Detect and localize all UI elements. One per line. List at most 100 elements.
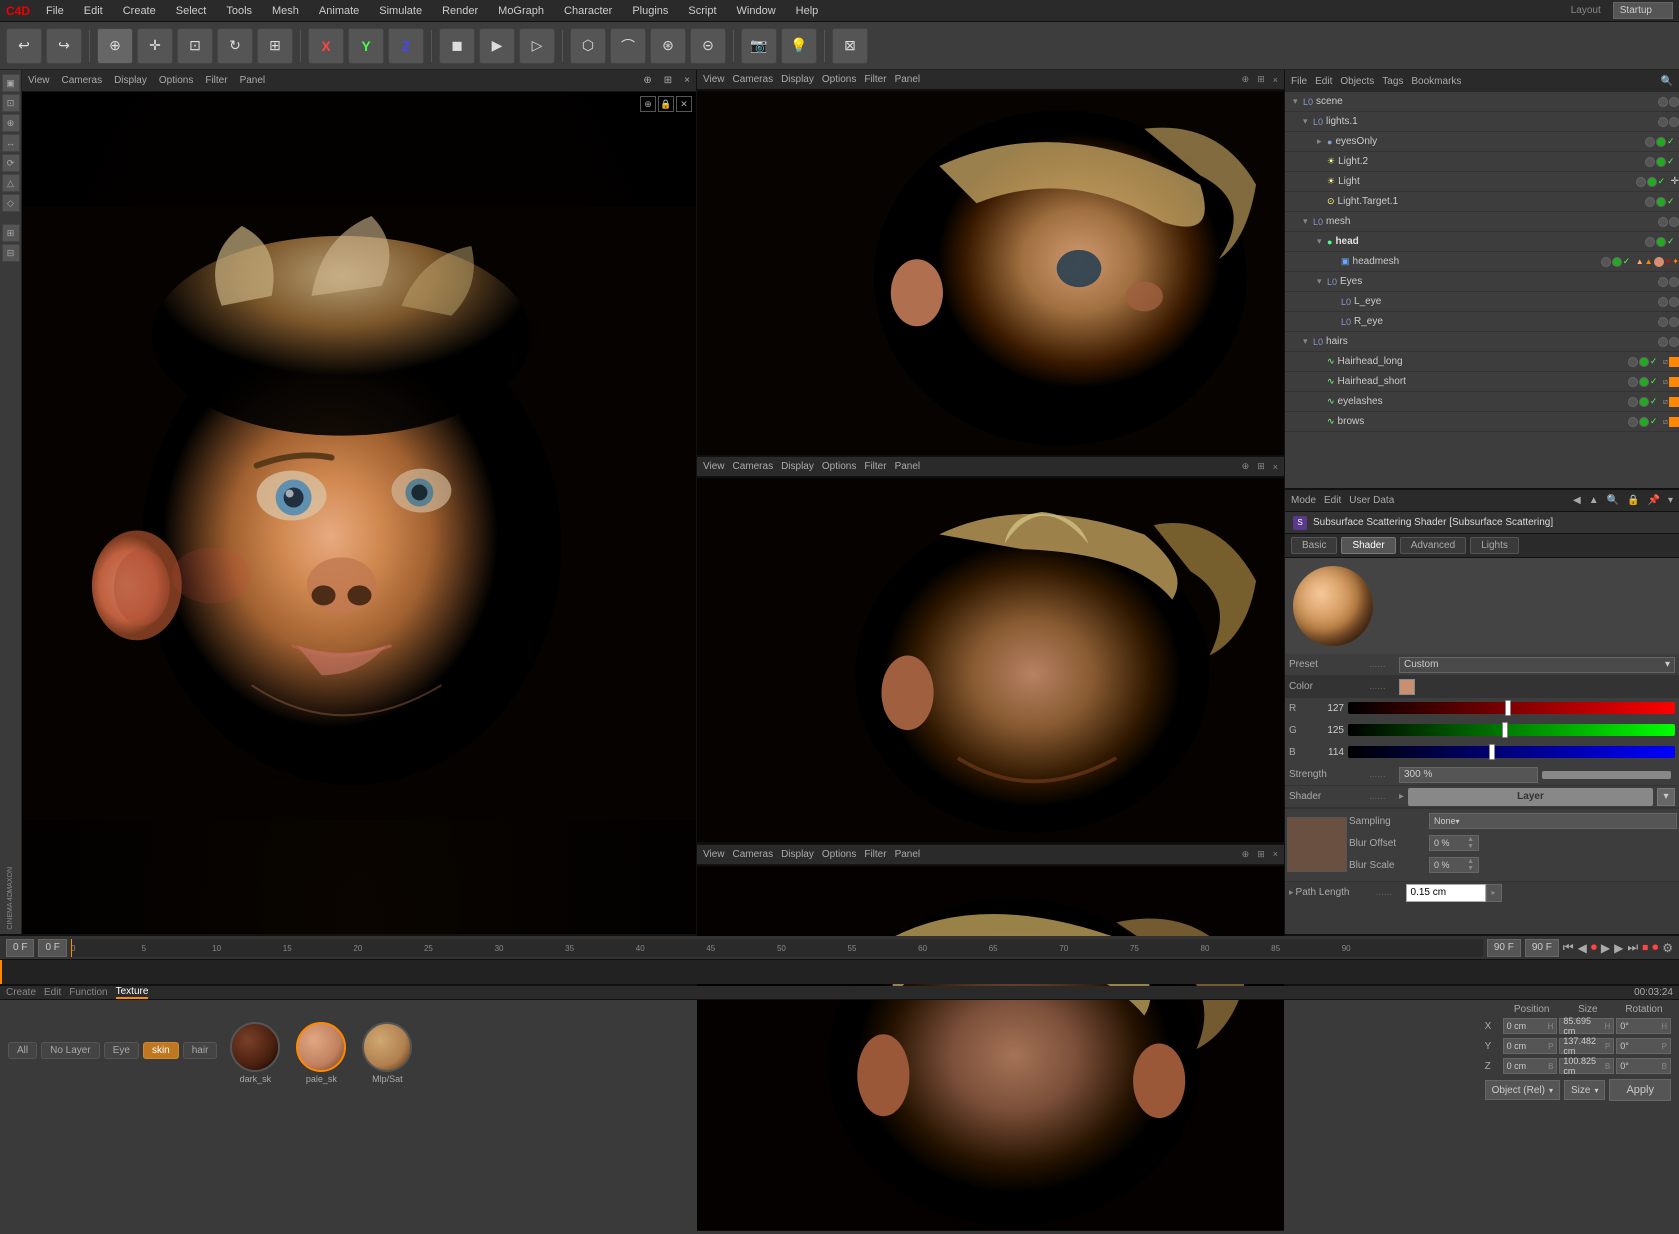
blur-scale-arrows[interactable]: ▲ ▼ bbox=[1467, 858, 1474, 872]
scene-render-dot[interactable] bbox=[1669, 97, 1679, 107]
apply-button[interactable]: Apply bbox=[1609, 1079, 1671, 1101]
left-tool-7[interactable]: ◇ bbox=[2, 194, 20, 212]
om-objects[interactable]: Objects bbox=[1340, 76, 1374, 87]
headmesh-tag-1[interactable]: ▲ bbox=[1636, 257, 1644, 266]
headmesh-tag-5[interactable]: ✦ bbox=[1672, 257, 1679, 266]
z-rotation-field[interactable]: 0° B bbox=[1616, 1058, 1671, 1074]
x-size-field[interactable]: 85.695 cm H bbox=[1559, 1018, 1614, 1034]
menu-mesh[interactable]: Mesh bbox=[268, 3, 303, 19]
filter-all[interactable]: All bbox=[8, 1042, 37, 1059]
vp-icon-1[interactable]: ⊕ bbox=[643, 75, 651, 86]
start-frame-field[interactable]: 0 F bbox=[6, 939, 34, 957]
cam-tool[interactable]: 📷 bbox=[741, 28, 777, 64]
brows-render[interactable] bbox=[1639, 417, 1649, 427]
path-length-field[interactable]: 0.15 cm bbox=[1406, 884, 1486, 902]
filter-hair[interactable]: hair bbox=[183, 1042, 218, 1059]
light-vis[interactable] bbox=[1636, 177, 1646, 187]
scene-vis-dot[interactable] bbox=[1658, 97, 1668, 107]
menu-mograph[interactable]: MoGraph bbox=[494, 3, 548, 19]
select-tool[interactable]: ⊕ bbox=[97, 28, 133, 64]
attr-up-btn[interactable]: ▲ bbox=[1589, 495, 1599, 506]
eyelashes-vis[interactable] bbox=[1628, 397, 1638, 407]
hairs-render[interactable] bbox=[1669, 337, 1679, 347]
filter-no-layer[interactable]: No Layer bbox=[41, 1042, 100, 1059]
attr-tab-basic[interactable]: Basic bbox=[1291, 537, 1337, 554]
menu-character[interactable]: Character bbox=[560, 3, 616, 19]
bottom-tab-create[interactable]: Create bbox=[6, 987, 36, 998]
sub-vp-icon-3[interactable]: × bbox=[1273, 75, 1278, 85]
scale-tool[interactable]: ⊡ bbox=[177, 28, 213, 64]
move-tool[interactable]: ✛ bbox=[137, 28, 173, 64]
left-tool-9[interactable]: ⊟ bbox=[2, 244, 20, 262]
tree-item-mesh-null[interactable]: ▾ L0 mesh bbox=[1285, 212, 1679, 232]
tree-item-light2[interactable]: ☀ Light.2 ✓ bbox=[1285, 152, 1679, 172]
y-rotation-field[interactable]: 0° P bbox=[1616, 1038, 1671, 1054]
sub-vp-view-2[interactable]: View bbox=[703, 461, 725, 472]
hairshort-vis[interactable] bbox=[1628, 377, 1638, 387]
tree-item-hairs[interactable]: ▾ L0 hairs bbox=[1285, 332, 1679, 352]
b-slider-thumb[interactable] bbox=[1489, 744, 1495, 760]
bottom-tab-edit[interactable]: Edit bbox=[44, 987, 61, 998]
vp-icon-3[interactable]: × bbox=[684, 75, 690, 86]
tree-item-hairlong[interactable]: ∿ Hairhead_long ✓ ⧄ bbox=[1285, 352, 1679, 372]
menu-edit[interactable]: Edit bbox=[80, 3, 107, 19]
tree-expand-eyes[interactable]: ▾ bbox=[1317, 276, 1327, 287]
attr-lock-icon[interactable]: 🔒 bbox=[1627, 495, 1639, 506]
menu-select[interactable]: Select bbox=[172, 3, 211, 19]
end-frame-field1[interactable]: 90 F bbox=[1487, 939, 1521, 957]
sub-vp-filter-3[interactable]: Filter bbox=[864, 849, 886, 860]
attr-userdata-btn[interactable]: User Data bbox=[1349, 495, 1394, 506]
shader-expand-icon[interactable]: ▸ bbox=[1399, 791, 1404, 802]
menu-create[interactable]: Create bbox=[119, 3, 160, 19]
left-tool-2[interactable]: ⊡ bbox=[2, 94, 20, 112]
menu-simulate[interactable]: Simulate bbox=[375, 3, 426, 19]
vp-menu-display[interactable]: Display bbox=[114, 75, 147, 86]
z-axis-btn[interactable]: Z bbox=[388, 28, 424, 64]
sub-vp-icon-2[interactable]: ⊞ bbox=[1257, 74, 1265, 85]
attr-mode-btn[interactable]: Mode bbox=[1291, 495, 1316, 506]
render-btn[interactable]: ▶ bbox=[479, 28, 515, 64]
leye-vis[interactable] bbox=[1658, 297, 1668, 307]
sub-vp-cameras-2[interactable]: Cameras bbox=[733, 461, 774, 472]
sub-vp-filter-1[interactable]: Filter bbox=[864, 74, 886, 85]
mesh-render[interactable] bbox=[1669, 217, 1679, 227]
g-slider-track[interactable] bbox=[1348, 724, 1675, 736]
attr-more-icon[interactable]: ▾ bbox=[1668, 495, 1673, 506]
material-dark-sk[interactable]: dark_sk bbox=[225, 1022, 285, 1084]
material-mlp-sat[interactable]: Mlp/Sat bbox=[357, 1022, 417, 1084]
headmesh-tag-3[interactable] bbox=[1654, 257, 1664, 267]
menu-window[interactable]: Window bbox=[733, 3, 780, 19]
strength-slider[interactable] bbox=[1542, 771, 1671, 779]
eyes-vis[interactable] bbox=[1658, 277, 1668, 287]
filter-skin[interactable]: skin bbox=[143, 1042, 179, 1059]
vp-menu-cameras[interactable]: Cameras bbox=[62, 75, 103, 86]
hairlong-render[interactable] bbox=[1639, 357, 1649, 367]
tree-item-scene[interactable]: ▾ L0 scene bbox=[1285, 92, 1679, 112]
eyesonly-render[interactable] bbox=[1656, 137, 1666, 147]
menu-script[interactable]: Script bbox=[684, 3, 720, 19]
preset-dropdown[interactable]: Custom ▾ bbox=[1399, 657, 1675, 673]
transform-tool[interactable]: ⊞ bbox=[257, 28, 293, 64]
blur-scale-up-arrow[interactable]: ▲ bbox=[1467, 858, 1474, 865]
tree-item-reye[interactable]: L0 R_eye bbox=[1285, 312, 1679, 332]
sub-vp-icon-1[interactable]: ⊕ bbox=[1242, 74, 1250, 85]
sub-vp-icon-9[interactable]: × bbox=[1273, 849, 1278, 859]
hairshort-render[interactable] bbox=[1639, 377, 1649, 387]
vp-menu-view[interactable]: View bbox=[28, 75, 50, 86]
menu-plugins[interactable]: Plugins bbox=[628, 3, 672, 19]
tree-item-light[interactable]: ☀ Light ✓ ✛ bbox=[1285, 172, 1679, 192]
lights1-render-dot[interactable] bbox=[1669, 117, 1679, 127]
blur-offset-arrows[interactable]: ▲ ▼ bbox=[1467, 836, 1474, 850]
attr-tab-shader[interactable]: Shader bbox=[1341, 537, 1395, 554]
sub-vp-panel-1[interactable]: Panel bbox=[895, 74, 921, 85]
y-size-field[interactable]: 137.482 cm P bbox=[1559, 1038, 1614, 1054]
attr-search-icon[interactable]: 🔍 bbox=[1607, 495, 1619, 506]
main-viewport-canvas[interactable]: ⊕ 🔒 ✕ bbox=[22, 92, 696, 934]
eyesonly-vis[interactable] bbox=[1645, 137, 1655, 147]
sub-vp-view-1[interactable]: View bbox=[703, 74, 725, 85]
sub-vp-display-3[interactable]: Display bbox=[781, 849, 814, 860]
attr-tab-lights[interactable]: Lights bbox=[1470, 537, 1519, 554]
sub-vp-filter-2[interactable]: Filter bbox=[864, 461, 886, 472]
tree-expand-lights1[interactable]: ▾ bbox=[1303, 116, 1313, 127]
left-tool-4[interactable]: ↔ bbox=[2, 134, 20, 152]
